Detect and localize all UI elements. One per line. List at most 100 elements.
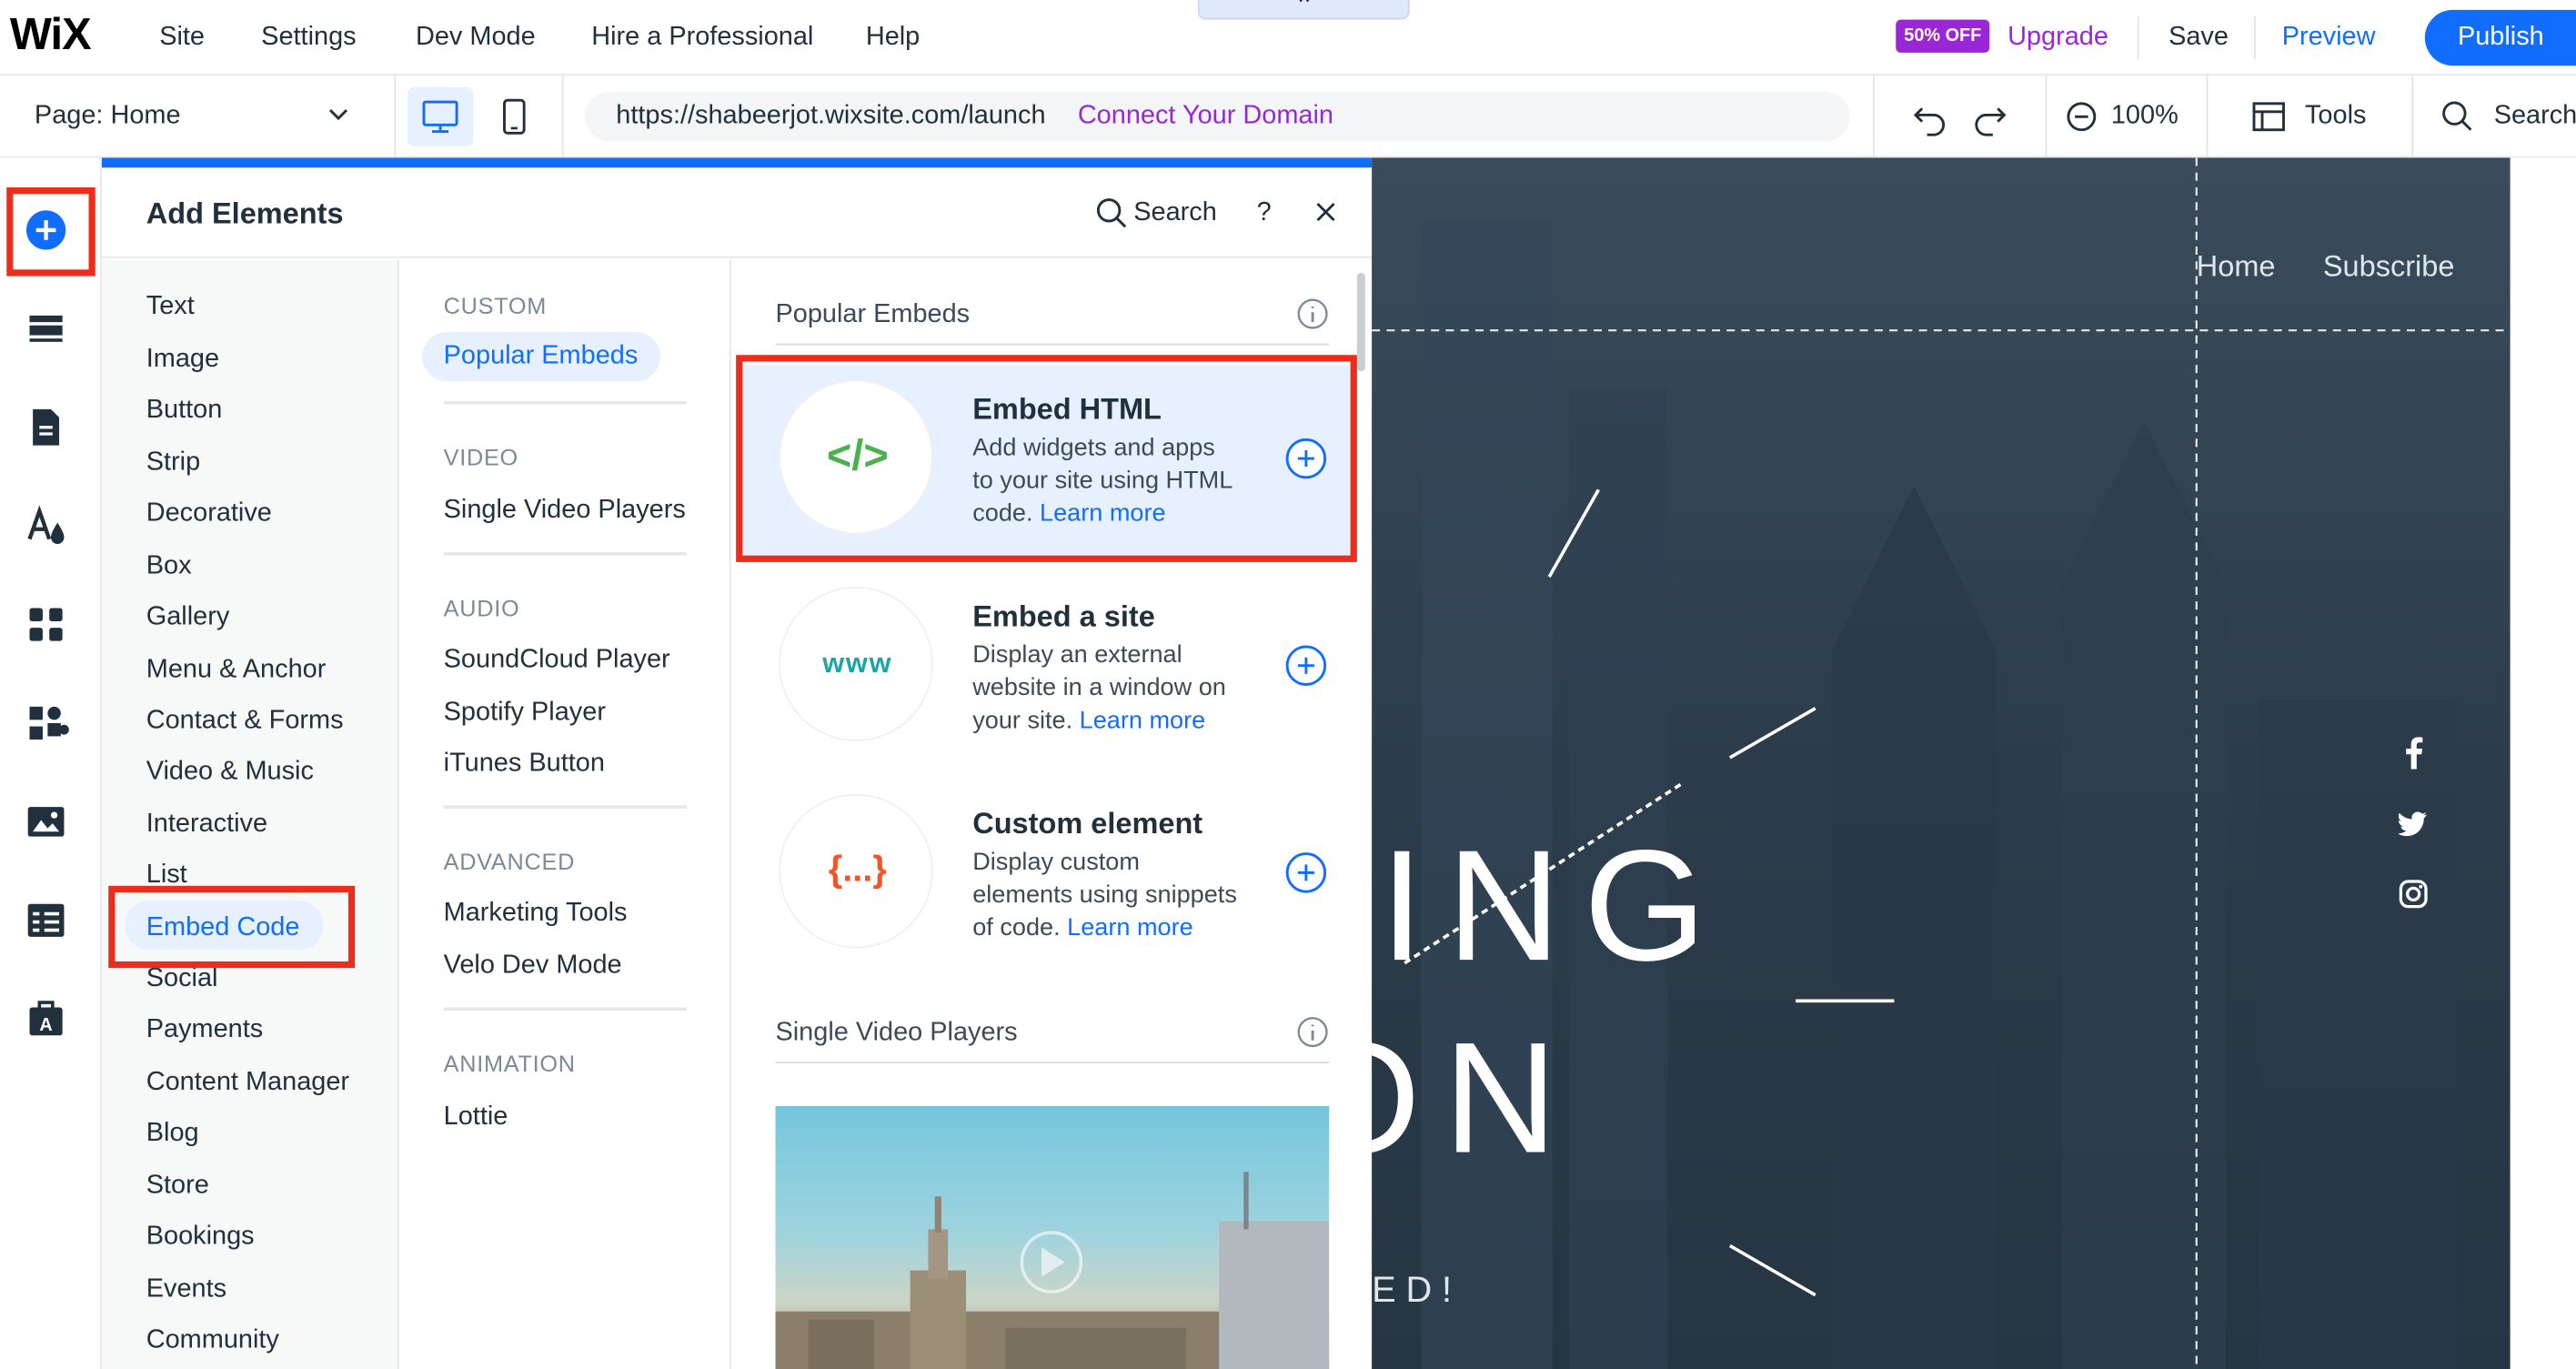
category-strip[interactable]: Strip <box>146 447 200 479</box>
desktop-view-button[interactable] <box>407 86 474 146</box>
panel-title: Add Elements <box>146 196 344 230</box>
custom-element-thumbnail[interactable]: {...} <box>779 793 933 949</box>
menu-hire-professional[interactable]: Hire a Professional <box>591 0 813 75</box>
collapse-toolbar-tab[interactable]: ⌃ <box>1197 0 1410 20</box>
search-button[interactable]: Search <box>2494 75 2576 157</box>
help-button[interactable]: ? <box>1257 167 1272 259</box>
custom-element-title[interactable]: Custom element <box>972 807 1202 841</box>
info-icon[interactable] <box>1296 1016 1329 1049</box>
add-circle-icon[interactable] <box>1284 851 1327 894</box>
learn-more-link[interactable]: Learn more <box>1067 914 1193 942</box>
category-box[interactable]: Box <box>146 550 192 583</box>
menu-settings[interactable]: Settings <box>261 0 356 75</box>
category-button[interactable]: Button <box>146 395 223 428</box>
category-decorative[interactable]: Decorative <box>146 498 272 530</box>
chevron-down-icon[interactable] <box>327 104 349 126</box>
site-url-bar[interactable]: https://shabeerjot.wixsite.com/launch Co… <box>584 92 1850 142</box>
media-button[interactable] <box>23 799 69 845</box>
tools-button[interactable]: Tools <box>2305 75 2366 157</box>
search-icon[interactable] <box>1094 196 1131 232</box>
subcategory-marketing-tools[interactable]: Marketing Tools <box>444 897 628 930</box>
category-store[interactable]: Store <box>146 1170 209 1203</box>
design-icon <box>27 505 65 545</box>
category-payments[interactable]: Payments <box>146 1014 263 1047</box>
connect-domain-link[interactable]: Connect Your Domain <box>1078 92 1333 141</box>
subsection-header-audio: AUDIO <box>443 595 520 621</box>
site-canvas[interactable]: Home Subscribe ING ON ED! <box>1372 157 2511 1369</box>
menu-dev-mode[interactable]: Dev Mode <box>416 0 536 75</box>
tools-icon[interactable] <box>2248 96 2290 138</box>
save-button[interactable]: Save <box>2168 0 2229 74</box>
category-menu-anchor[interactable]: Menu & Anchor <box>146 654 327 687</box>
cms-icon <box>27 903 65 937</box>
sections-button[interactable] <box>23 306 69 352</box>
subcategory-popular-embeds[interactable]: Popular Embeds <box>422 331 661 382</box>
scrollbar[interactable] <box>1356 272 1365 372</box>
subcategory-single-video-players[interactable]: Single Video Players <box>444 495 686 528</box>
divider <box>2411 75 2414 158</box>
preview-button[interactable]: Preview <box>2282 0 2376 74</box>
subcategory-lottie[interactable]: Lottie <box>444 1102 508 1134</box>
category-blog[interactable]: Blog <box>146 1118 199 1151</box>
site-nav-home[interactable]: Home <box>2197 250 2276 285</box>
category-content-manager[interactable]: Content Manager <box>146 1067 349 1100</box>
menu-site[interactable]: Site <box>159 0 205 75</box>
subcategory-velo-dev-mode[interactable]: Velo Dev Mode <box>444 950 622 982</box>
zoom-level[interactable]: 100% <box>2111 75 2179 157</box>
wix-logo[interactable]: WiX <box>10 10 92 61</box>
subcategory-spotify-player[interactable]: Spotify Player <box>444 697 606 730</box>
business-button[interactable]: A <box>23 996 69 1042</box>
search-icon[interactable] <box>2436 96 2479 138</box>
video-player-thumbnail[interactable] <box>775 1105 1330 1369</box>
hero-subtext[interactable]: ED! <box>1372 1269 1462 1312</box>
twitter-icon[interactable] <box>2398 807 2429 840</box>
category-interactive[interactable]: Interactive <box>146 809 267 841</box>
menu-help[interactable]: Help <box>866 0 920 75</box>
embed-site-title[interactable]: Embed a site <box>972 599 1155 634</box>
embed-site-thumbnail[interactable]: www <box>779 586 933 741</box>
subcategory-soundcloud-player[interactable]: SoundCloud Player <box>444 644 670 677</box>
discount-badge[interactable]: 50% OFF <box>1896 19 1990 53</box>
page-selector[interactable]: Page: Home <box>35 75 181 157</box>
apps-button[interactable] <box>23 601 69 648</box>
site-nav-subscribe[interactable]: Subscribe <box>2323 250 2455 285</box>
category-contact-forms[interactable]: Contact & Forms <box>146 705 344 738</box>
subcategory-itunes-button[interactable]: iTunes Button <box>444 748 605 780</box>
category-events[interactable]: Events <box>146 1273 226 1306</box>
redo-icon[interactable] <box>1968 96 2011 138</box>
pages-button[interactable] <box>23 404 69 450</box>
mobile-view-button[interactable] <box>493 87 536 146</box>
cms-button[interactable] <box>23 897 69 943</box>
hero-heading-line2[interactable]: ON <box>1372 1020 1580 1178</box>
site-url[interactable]: https://shabeerjot.wixsite.com/launch <box>616 92 1045 141</box>
category-community[interactable]: Community <box>146 1324 279 1357</box>
category-gallery[interactable]: Gallery <box>146 601 230 634</box>
divider <box>443 400 687 405</box>
zoom-out-icon[interactable] <box>2062 96 2105 138</box>
category-video-music[interactable]: Video & Music <box>146 756 314 789</box>
publish-button[interactable]: Publish <box>2424 9 2576 66</box>
upgrade-link[interactable]: Upgrade <box>2007 0 2108 74</box>
add-circle-icon[interactable] <box>1284 644 1327 687</box>
facebook-icon[interactable] <box>2399 736 2429 770</box>
learn-more-link[interactable]: Learn more <box>1080 707 1206 735</box>
category-bookings[interactable]: Bookings <box>146 1221 255 1253</box>
hero-heading-line1[interactable]: ING <box>1380 828 1729 986</box>
divider <box>443 552 687 556</box>
design-button[interactable] <box>23 503 69 549</box>
divider <box>775 343 1330 346</box>
panel-search-button[interactable]: Search <box>1133 167 1217 259</box>
business-icon: A <box>29 1001 63 1036</box>
description-line: of code. Learn more <box>972 912 1268 945</box>
divider <box>443 805 687 809</box>
add-apps-button[interactable] <box>23 700 69 747</box>
info-icon[interactable] <box>1296 297 1329 330</box>
desktop-icon <box>422 100 458 133</box>
media-icon <box>27 807 65 837</box>
instagram-icon[interactable] <box>2399 878 2429 911</box>
undo-icon[interactable] <box>1909 96 1952 138</box>
divider <box>2045 75 2048 158</box>
category-text[interactable]: Text <box>146 291 195 324</box>
close-icon[interactable] <box>1314 200 1337 223</box>
category-image[interactable]: Image <box>146 344 219 377</box>
